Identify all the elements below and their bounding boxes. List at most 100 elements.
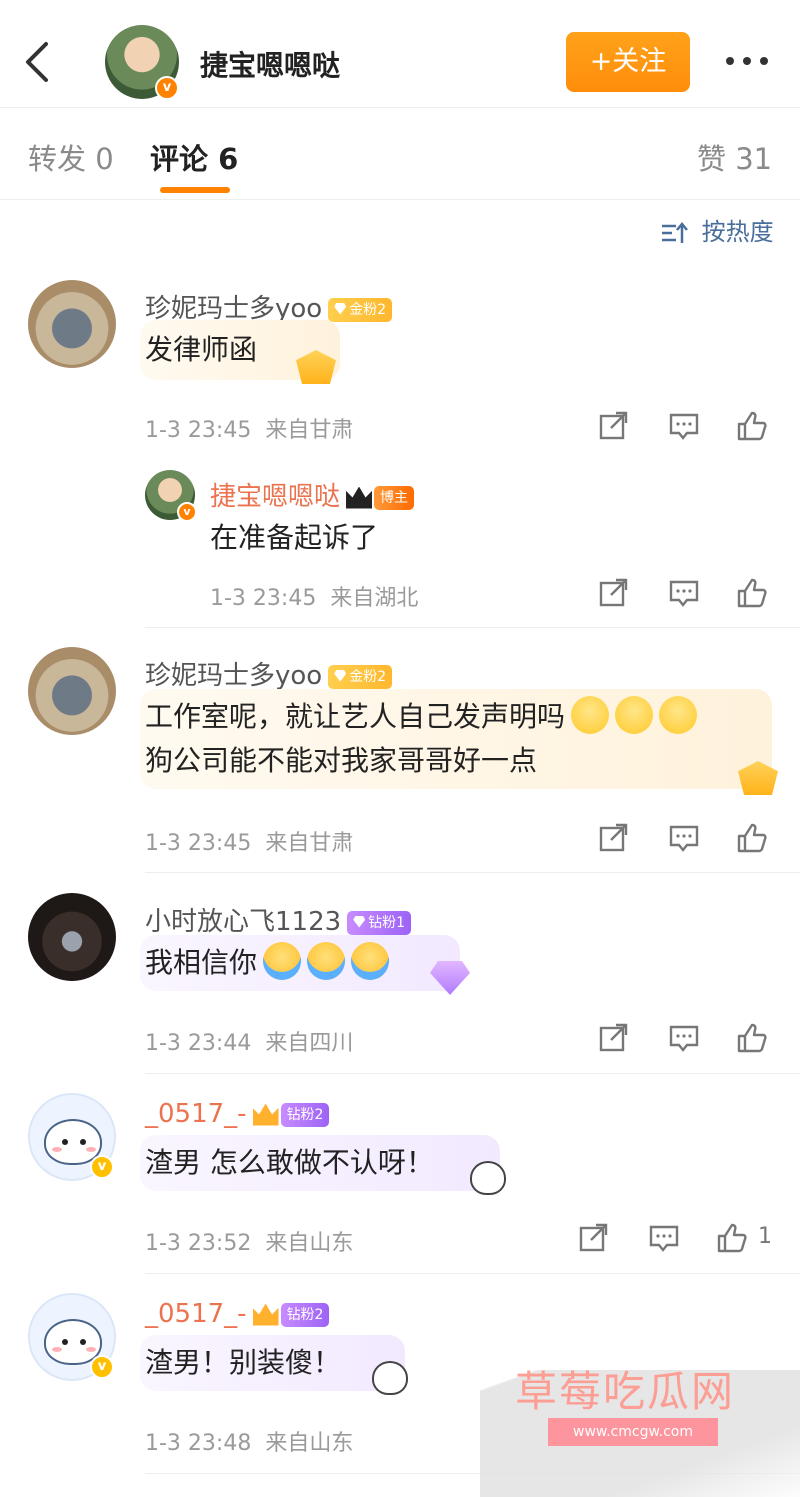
comment-text: 发律师函 [145, 333, 258, 366]
tab-likes-label: 赞 [697, 142, 727, 176]
like-icon[interactable] [736, 577, 768, 609]
comment-time: 1-3 23:45 [145, 418, 252, 443]
comment-text: 渣男！别装傻！ [145, 1346, 342, 1379]
comment-meta: 1-3 23:48 来自山东 [145, 1425, 353, 1457]
crying-emoji-icon [263, 942, 302, 980]
tab-reposts-count: 0 [95, 142, 114, 176]
comment-time: 1-3 23:48 [145, 1431, 252, 1456]
fan-level-badge: 钻粉2 [280, 1102, 330, 1127]
comment-actions [598, 822, 778, 858]
badge-label: 钻粉1 [368, 914, 406, 931]
author-name[interactable]: 捷宝嗯嗯哒 [200, 44, 340, 84]
username-text: 珍妮玛士多yoo [145, 661, 323, 691]
comment-text: 狗公司能不能对我家哥哥好一点 [145, 744, 538, 777]
tab-comments-count: 6 [218, 142, 239, 176]
comment-actions [598, 1022, 778, 1058]
comment-meta: 1-3 23:44 来自四川 [145, 1025, 353, 1057]
divider [145, 1273, 800, 1274]
comment-location: 来自甘肃 [265, 831, 354, 856]
comment-actions [598, 410, 778, 446]
tab-likes[interactable]: 赞 31 [697, 136, 772, 178]
reply-meta: 1-3 23:45 来自湖北 [210, 580, 418, 612]
verified-icon: v [90, 1155, 114, 1179]
watermark-url: www.cmcgw.com [548, 1418, 718, 1446]
reply-icon[interactable] [648, 1222, 680, 1254]
reply-text: 在准备起诉了 [210, 521, 379, 554]
comment-text: 工作室呢，就让艺人自己发声明吗 [145, 700, 566, 733]
fan-level-badge: 钻粉1 [347, 910, 412, 935]
username-text: 小时放心飞1123 [145, 907, 342, 937]
comment-actions: 1 [578, 1222, 778, 1258]
comment-time: 1-3 23:45 [145, 831, 252, 856]
share-icon[interactable] [598, 577, 630, 609]
reply-username[interactable]: 捷宝嗯嗯哒 博主 [210, 476, 415, 513]
verified-icon: v [155, 76, 179, 100]
divider [145, 627, 800, 628]
tab-reposts-label: 转发 [28, 142, 87, 176]
user-avatar[interactable] [28, 647, 116, 735]
top-bar: v 捷宝嗯嗯哒 +关注 [0, 0, 800, 108]
cat-decoration-icon [372, 1361, 408, 1395]
divider [145, 872, 800, 873]
share-icon[interactable] [578, 1222, 610, 1254]
like-icon[interactable] [716, 1222, 748, 1254]
tab-reposts[interactable]: 转发 0 [28, 136, 114, 178]
user-avatar[interactable] [28, 893, 116, 981]
verified-icon: v [177, 502, 197, 522]
fan-level-badge: 金粉2 [328, 664, 393, 689]
eye [80, 1139, 86, 1145]
username-text: _0517_- [145, 1099, 247, 1129]
tab-comments[interactable]: 评论 6 [150, 136, 238, 178]
sort-icon [662, 222, 688, 243]
reply-icon[interactable] [668, 1022, 700, 1054]
fan-level-badge: 金粉2 [328, 297, 393, 322]
follow-button[interactable]: +关注 [566, 32, 690, 92]
badge-label: 金粉2 [349, 301, 387, 318]
comment-location: 来自甘肃 [265, 418, 354, 443]
crying-emoji-icon [351, 942, 390, 980]
comment-text: 我相信你 [145, 946, 258, 979]
tab-comments-label: 评论 [150, 142, 209, 176]
like-icon[interactable] [736, 822, 768, 854]
comment-time: 1-3 23:44 [145, 1031, 252, 1056]
comment-time: 1-3 23:45 [210, 586, 317, 611]
comment-username[interactable]: 小时放心飞1123 钻粉1 [145, 901, 412, 938]
comment-location: 来自四川 [265, 1031, 354, 1056]
share-icon[interactable] [598, 1022, 630, 1054]
comment-username[interactable]: 珍妮玛士多yoo 金粉2 [145, 655, 393, 692]
comment-username[interactable]: _0517_- 钻粉2 [145, 1299, 330, 1329]
tab-bar: 转发 0 评论 6 赞 31 [0, 108, 800, 200]
share-icon[interactable] [598, 822, 630, 854]
tab-likes-count: 31 [735, 142, 773, 176]
comment-meta: 1-3 23:52 来自山东 [145, 1225, 353, 1257]
comment-username[interactable]: _0517_- 钻粉2 [145, 1099, 330, 1129]
comment-location: 来自山东 [265, 1231, 354, 1256]
reply-icon[interactable] [668, 577, 700, 609]
thinking-emoji-icon [571, 696, 610, 734]
badge-label: 金粉2 [349, 668, 387, 685]
cat-decoration-icon [470, 1161, 506, 1195]
fan-level-badge: 钻粉2 [280, 1302, 330, 1327]
crown-icon [252, 1103, 279, 1126]
like-icon[interactable] [736, 410, 768, 442]
reply-actions [598, 577, 778, 613]
share-icon[interactable] [598, 410, 630, 442]
comment-text-line: 我相信你 [145, 941, 390, 985]
user-avatar[interactable] [28, 280, 116, 368]
comment-location: 来自湖北 [330, 586, 419, 611]
crown-icon [252, 1303, 279, 1326]
back-arrow-icon[interactable] [18, 38, 58, 86]
comment-time: 1-3 23:52 [145, 1231, 252, 1256]
sort-by-hot-button[interactable]: 按热度 [660, 212, 774, 246]
blogger-badge: 博主 [374, 485, 415, 510]
reply-icon[interactable] [668, 822, 700, 854]
eye [80, 1339, 86, 1345]
comment-text-line: 工作室呢，就让艺人自己发声明吗 [145, 695, 698, 739]
comment-meta: 1-3 23:45 来自甘肃 [145, 825, 353, 857]
more-options-icon[interactable] [722, 46, 772, 76]
thinking-emoji-icon [615, 696, 654, 734]
active-tab-indicator [160, 187, 230, 193]
verified-icon: v [90, 1355, 114, 1379]
reply-icon[interactable] [668, 410, 700, 442]
like-icon[interactable] [736, 1022, 768, 1054]
